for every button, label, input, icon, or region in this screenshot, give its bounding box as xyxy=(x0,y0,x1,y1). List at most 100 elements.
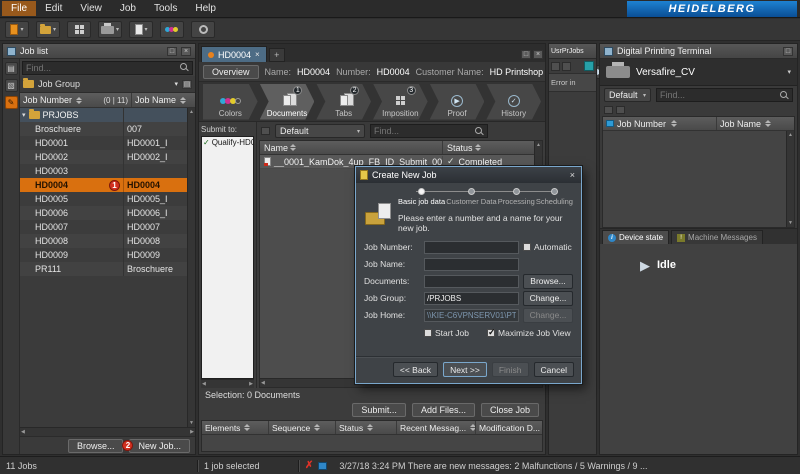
doc-view-icon[interactable] xyxy=(261,127,270,135)
job-list-vertical-scrollbar[interactable]: ▲▼ xyxy=(187,108,195,427)
dpt-refresh-icon[interactable] xyxy=(616,106,625,114)
view-list-icon[interactable]: ▧ xyxy=(5,79,18,92)
dialog-title-bar[interactable]: Create New Job × xyxy=(356,167,581,183)
menu-tools[interactable]: Tools xyxy=(145,1,186,16)
add-tab-button[interactable]: + xyxy=(269,48,285,62)
view-jobs-icon[interactable]: ▤ xyxy=(5,62,18,75)
overview-button[interactable]: Overview xyxy=(203,65,259,79)
open-folder-icon[interactable]: ▾ xyxy=(36,21,60,38)
view-edit-icon[interactable]: ✎ xyxy=(5,96,18,109)
change-job-group-button[interactable]: Change... xyxy=(523,291,573,306)
elements-column-header[interactable]: Elements xyxy=(202,421,269,434)
dpt-view-icon[interactable] xyxy=(604,106,613,114)
tree-expand-icon[interactable]: ▾ xyxy=(22,111,26,119)
step-imposition[interactable]: 3 Imposition xyxy=(373,84,428,120)
status-column-header[interactable]: Status xyxy=(336,421,397,434)
cancel-button[interactable]: Cancel xyxy=(534,362,574,377)
submit-target-item[interactable]: ✓ Qualify-HD001 xyxy=(202,137,253,148)
job-row[interactable]: HD0006HD0006_I xyxy=(20,206,187,220)
browse-button[interactable]: Browse... xyxy=(68,439,124,453)
queue-list-icon[interactable] xyxy=(562,62,571,71)
maximize-job-view-checkbox[interactable] xyxy=(487,329,495,337)
step-history[interactable]: ✓ History xyxy=(486,84,541,120)
job-group-prjobs-row[interactable]: ▾PRJOBS xyxy=(20,108,187,122)
start-job-checkbox[interactable] xyxy=(424,329,432,337)
pin-icon[interactable]: □ xyxy=(783,47,793,56)
menu-file[interactable]: File xyxy=(2,1,36,16)
submit-list-scrollbar[interactable]: ◀▶ xyxy=(201,379,254,388)
back-button[interactable]: << Back xyxy=(393,362,438,377)
float-panel-icon[interactable]: □ xyxy=(521,50,531,59)
documents-toolbar-icon[interactable]: ▾ xyxy=(129,21,153,38)
sort-icon[interactable] xyxy=(475,144,481,151)
job-row[interactable]: HD0005HD0005_I xyxy=(20,192,187,206)
group-filter-icon[interactable]: ▤ xyxy=(182,80,192,89)
add-files-button[interactable]: Add Files... xyxy=(412,403,475,417)
menu-edit[interactable]: Edit xyxy=(36,1,71,16)
search-icon[interactable] xyxy=(475,127,484,136)
dpt-filter-dropdown[interactable]: Default ▾ xyxy=(604,88,651,102)
job-row[interactable]: HD0003 xyxy=(20,164,187,178)
settings-toolbar-icon[interactable] xyxy=(191,21,215,38)
modification-date-column-header[interactable]: Modification D... xyxy=(476,421,542,434)
queue-view-icon[interactable] xyxy=(551,62,560,71)
browse-documents-button[interactable]: Browse... xyxy=(523,274,573,289)
dpt-job-name-column-header[interactable]: Job Name xyxy=(716,117,794,130)
doc-status-column-header[interactable]: Status xyxy=(442,141,534,154)
sort-icon[interactable] xyxy=(76,97,82,104)
job-row[interactable]: Broschuere007 xyxy=(20,122,187,136)
new-job-button[interactable]: New Job... xyxy=(129,439,190,453)
job-row[interactable]: HD0009HD0009 xyxy=(20,248,187,262)
tab-close-icon[interactable]: × xyxy=(255,50,260,59)
job-name-input[interactable] xyxy=(424,258,519,271)
job-row[interactable]: HD0008HD0008 xyxy=(20,234,187,248)
dpt-vertical-scrollbar[interactable]: ▲▼ xyxy=(786,131,794,227)
job-row[interactable]: HD0007HD0007 xyxy=(20,220,187,234)
job-row[interactable]: PR111Broschuere xyxy=(20,262,187,276)
printer-toolbar-icon[interactable]: ▾ xyxy=(98,21,122,38)
tab-machine-messages[interactable]: ! Machine Messages xyxy=(671,230,763,244)
job-row[interactable]: HD0001HD0001_I xyxy=(20,136,187,150)
job-list-horizontal-scrollbar[interactable]: ◀▶ xyxy=(20,427,195,436)
close-icon[interactable]: × xyxy=(533,50,543,59)
dialog-close-icon[interactable]: × xyxy=(568,170,577,180)
step-proof[interactable]: ▶ Proof xyxy=(430,84,485,120)
sort-icon[interactable] xyxy=(180,97,186,104)
sort-icon[interactable] xyxy=(290,144,296,151)
recent-message-column-header[interactable]: Recent Messag... xyxy=(397,421,476,434)
device-row[interactable]: Versafire_CV ▾ xyxy=(600,59,797,86)
job-find-input[interactable] xyxy=(26,63,177,73)
job-name-column-header[interactable]: Job Name xyxy=(131,93,195,107)
next-button[interactable]: Next >> xyxy=(443,362,487,377)
status-message[interactable]: 3/27/18 3:24 PM There are new messages: … xyxy=(333,457,800,474)
doc-name-column-header[interactable]: Name xyxy=(260,141,442,154)
sort-icon[interactable] xyxy=(765,120,771,127)
job-group-input[interactable] xyxy=(424,292,519,305)
doc-filter-dropdown[interactable]: Default ▾ xyxy=(275,124,365,138)
dpt-find-input[interactable] xyxy=(660,90,777,100)
sort-icon[interactable] xyxy=(244,424,250,431)
tab-hd0004[interactable]: HD0004 × xyxy=(201,46,267,62)
step-tabs[interactable]: 2 Tabs xyxy=(316,84,371,120)
new-job-icon[interactable]: ▾ xyxy=(5,21,29,38)
sort-icon[interactable] xyxy=(314,424,320,431)
job-number-input[interactable] xyxy=(424,241,519,254)
job-grid-icon[interactable] xyxy=(67,21,91,38)
job-number-column-header[interactable]: Job Number (0 | 11) xyxy=(20,93,131,107)
dpt-job-number-column-header[interactable]: Job Number xyxy=(603,117,716,130)
search-icon[interactable] xyxy=(180,63,189,72)
job-row[interactable]: HD0002HD0002_I xyxy=(20,150,187,164)
automatic-checkbox[interactable] xyxy=(523,243,531,251)
submit-button[interactable]: Submit... xyxy=(352,403,406,417)
close-job-button[interactable]: Close Job xyxy=(481,403,539,417)
documents-input[interactable] xyxy=(424,275,519,288)
messages-icon[interactable] xyxy=(318,462,327,470)
menu-help[interactable]: Help xyxy=(186,1,225,16)
job-row-selected[interactable]: HD00041 HD0004 xyxy=(20,178,187,192)
chevron-down-icon[interactable]: ▾ xyxy=(174,80,178,88)
menu-job[interactable]: Job xyxy=(111,1,145,16)
malfunction-icon[interactable]: ✗ xyxy=(305,460,313,471)
sort-icon[interactable] xyxy=(671,120,677,127)
step-documents[interactable]: 1 Documents xyxy=(260,84,315,120)
doc-find-input[interactable] xyxy=(374,126,472,136)
